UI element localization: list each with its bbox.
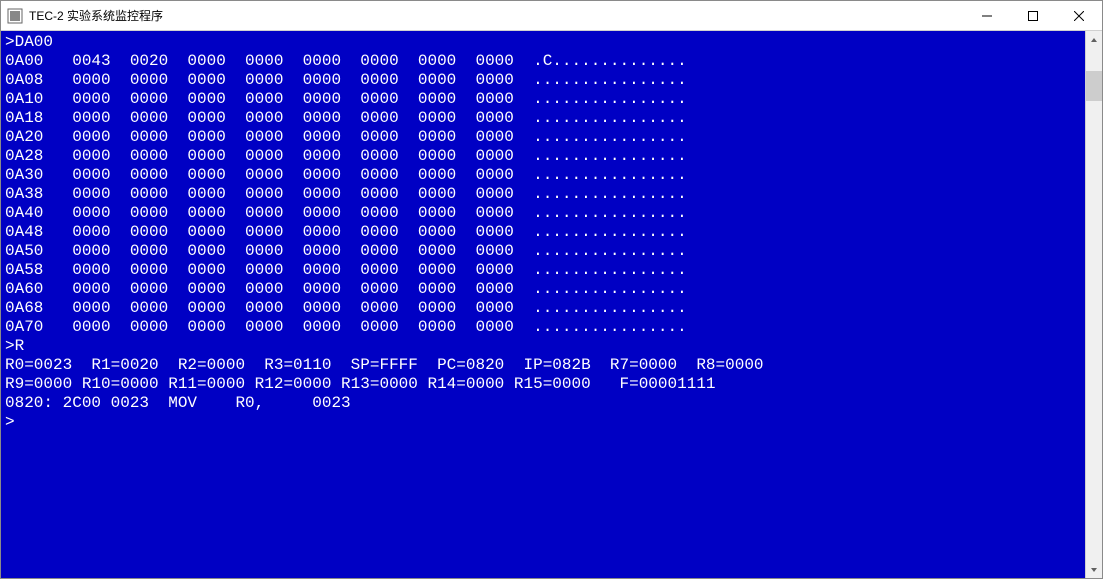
maximize-button[interactable] <box>1010 1 1056 30</box>
app-window: TEC-2 实验系统监控程序 >DA00 0A00 0043 0020 0000… <box>0 0 1103 579</box>
window-controls <box>964 1 1102 30</box>
scroll-up-button[interactable] <box>1086 31 1102 48</box>
vertical-scrollbar[interactable] <box>1085 31 1102 578</box>
minimize-button[interactable] <box>964 1 1010 30</box>
app-icon <box>7 8 23 24</box>
window-title: TEC-2 实验系统监控程序 <box>29 7 964 24</box>
console-output[interactable]: >DA00 0A00 0043 0020 0000 0000 0000 0000… <box>1 31 1085 578</box>
close-button[interactable] <box>1056 1 1102 30</box>
scrollbar-thumb[interactable] <box>1086 71 1102 101</box>
scroll-down-button[interactable] <box>1086 561 1102 578</box>
content-area: >DA00 0A00 0043 0020 0000 0000 0000 0000… <box>1 31 1102 578</box>
titlebar: TEC-2 实验系统监控程序 <box>1 1 1102 31</box>
scrollbar-track[interactable] <box>1086 48 1102 561</box>
